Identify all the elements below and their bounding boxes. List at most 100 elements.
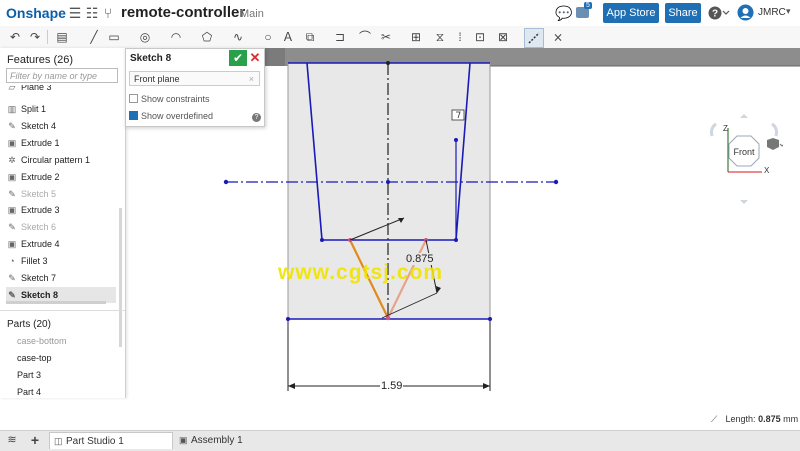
parts-title: Parts (20) bbox=[7, 319, 51, 330]
split-icon[interactable]: ⧖ bbox=[432, 29, 448, 45]
feature-item-label: Sketch 5 bbox=[21, 188, 57, 199]
feature-item[interactable]: ✎ Sketch 7 bbox=[6, 270, 116, 286]
part-studio-icon: ◫ bbox=[54, 436, 63, 446]
features-list-icon[interactable]: ☷ bbox=[84, 5, 100, 21]
transform-icon[interactable]: ⊡ bbox=[472, 29, 488, 45]
feature-item-label: Sketch 4 bbox=[21, 120, 57, 131]
circle-icon[interactable]: ◎ bbox=[137, 29, 153, 45]
polygon-icon[interactable]: ⬠ bbox=[199, 29, 215, 45]
comments-icon[interactable]: 💬 bbox=[555, 5, 572, 21]
version-graph-icon[interactable]: ⑂ bbox=[100, 5, 116, 21]
part-item[interactable]: Part 3 bbox=[17, 370, 41, 380]
sketch-plane-field[interactable]: Front plane × bbox=[129, 71, 260, 86]
user-avatar-icon[interactable] bbox=[737, 4, 754, 21]
feature-filter-input[interactable]: Filter by name or type bbox=[6, 68, 118, 83]
view-cube[interactable]: Z X Front bbox=[700, 114, 790, 204]
tab-bar: ≋ + ◫ Part Studio 1 ▣ Assembly 1 bbox=[0, 430, 800, 451]
feature-item[interactable]: ▣ Extrude 1 bbox=[6, 135, 116, 151]
help-icon[interactable]: ? bbox=[708, 5, 730, 21]
redo-icon[interactable]: ↷ bbox=[27, 29, 43, 45]
notifications-icon[interactable]: 5 bbox=[575, 2, 592, 20]
feature-item-label: Sketch 6 bbox=[21, 222, 57, 233]
extrude-icon: ▣ bbox=[7, 205, 17, 216]
undo-icon[interactable]: ↶ bbox=[7, 29, 23, 45]
user-menu-chevron-icon[interactable]: ▾ bbox=[786, 6, 791, 17]
x-axis-label: X bbox=[764, 166, 770, 175]
feature-item[interactable]: ▣ Extrude 4 bbox=[6, 236, 116, 252]
view-options-icon[interactable] bbox=[765, 138, 785, 152]
cancel-button[interactable]: ✕ bbox=[248, 50, 262, 66]
tab-part-studio-1[interactable]: ◫ Part Studio 1 bbox=[49, 432, 173, 449]
pattern-icon[interactable]: ⁞ bbox=[452, 29, 468, 45]
arc-icon[interactable]: ◠ bbox=[168, 29, 184, 45]
construction-icon[interactable]: ⧉ bbox=[302, 29, 318, 45]
spline-icon[interactable]: ∿ bbox=[230, 29, 246, 45]
length-label: Length: bbox=[725, 414, 756, 424]
part-item[interactable]: case-top bbox=[17, 353, 52, 363]
sketch-icon: ✎ bbox=[8, 188, 16, 199]
user-name[interactable]: JMRC bbox=[758, 7, 786, 18]
show-constraints-checkbox[interactable]: Show constraints bbox=[129, 94, 259, 104]
notifications-badge: 5 bbox=[584, 2, 592, 9]
tab-label: Part Studio 1 bbox=[66, 436, 124, 447]
text-icon[interactable]: Ａ bbox=[280, 29, 296, 45]
accept-button[interactable]: ✔ bbox=[229, 50, 247, 66]
feature-item[interactable]: ◔ Fillet 3 bbox=[6, 253, 116, 269]
assembly-icon: ▣ bbox=[179, 435, 188, 445]
document-title[interactable]: remote-controller bbox=[121, 4, 245, 21]
feature-item[interactable]: ▱ Plane 3 bbox=[6, 85, 116, 93]
part-item[interactable]: Part 4 bbox=[17, 387, 41, 397]
clear-field-icon[interactable]: × bbox=[249, 72, 254, 87]
fillet-icon[interactable]: ⌒ bbox=[357, 29, 373, 45]
onshape-logo[interactable]: Onshape bbox=[6, 5, 66, 21]
show-constraints-box[interactable] bbox=[129, 94, 138, 103]
feature-item-label: Extrude 4 bbox=[21, 239, 60, 250]
watermark-text: www.cgtsj.com bbox=[278, 261, 444, 284]
feature-item-label: Split 1 bbox=[21, 104, 47, 114]
add-tab-icon[interactable]: + bbox=[28, 432, 42, 448]
trim-icon[interactable]: ✂ bbox=[378, 29, 394, 45]
show-overdefined-checkbox[interactable]: Show overdefined bbox=[129, 111, 259, 121]
feature-item-label: Sketch 8 bbox=[21, 289, 59, 300]
sketch-icon: ✎ bbox=[8, 120, 16, 131]
feature-item-label: Circular pattern 1 bbox=[21, 154, 91, 165]
offset-icon[interactable]: ⊐ bbox=[332, 29, 348, 45]
width-dimension-label[interactable]: 1.59 bbox=[380, 380, 404, 392]
rectangle-icon[interactable]: ▭ bbox=[106, 29, 122, 45]
feature-list-scrollbar[interactable] bbox=[119, 208, 122, 343]
tab-manager-icon[interactable]: ≋ bbox=[5, 433, 19, 447]
feature-item[interactable]: ▥ Split 1 bbox=[6, 101, 116, 117]
feature-item[interactable]: ✎ Sketch 6 bbox=[6, 219, 116, 235]
measure-icon: ⟋ bbox=[711, 414, 718, 424]
show-overdefined-box[interactable] bbox=[129, 111, 138, 120]
sketch-dialog: Sketch 8 ✔ ✕ Front plane × Show constrai… bbox=[125, 48, 265, 127]
branch-name[interactable]: Main bbox=[240, 8, 264, 20]
split-icon: ▥ bbox=[7, 104, 17, 114]
feature-item[interactable]: ▣ Extrude 2 bbox=[6, 169, 116, 185]
show-overdefined-label: Show overdefined bbox=[141, 111, 214, 121]
feature-item[interactable]: ✎ Sketch 5 bbox=[6, 186, 116, 202]
tab-assembly-1[interactable]: ▣ Assembly 1 bbox=[175, 432, 299, 449]
sketch-pattern-icon[interactable]: ⨯ bbox=[550, 29, 566, 45]
construction-toggle-icon[interactable] bbox=[524, 28, 544, 48]
help-icon[interactable]: ? bbox=[252, 113, 261, 122]
sketch-dialog-title: Sketch 8 bbox=[130, 53, 172, 64]
app-store-button[interactable]: App Store bbox=[603, 3, 659, 23]
part-item[interactable]: case-bottom bbox=[17, 336, 67, 346]
feature-item-label: Fillet 3 bbox=[21, 256, 48, 267]
feature-item[interactable]: ✲ Circular pattern 1 bbox=[6, 152, 116, 168]
feature-item[interactable]: ▣ Extrude 3 bbox=[6, 202, 116, 218]
feature-item[interactable]: ✎ Sketch 4 bbox=[6, 118, 116, 134]
feature-item-label: Sketch 7 bbox=[21, 273, 57, 283]
sketch-icon[interactable]: ▤ bbox=[54, 29, 70, 45]
view-cube-face-front[interactable]: Front bbox=[730, 147, 758, 157]
feature-list-hscrollbar[interactable] bbox=[6, 301, 106, 304]
mirror-icon[interactable]: ⊞ bbox=[408, 29, 424, 45]
point-icon[interactable]: ○ bbox=[260, 29, 276, 45]
parts-list-scrollbar[interactable] bbox=[119, 331, 122, 347]
share-button[interactable]: Share bbox=[665, 3, 701, 23]
dimension-icon[interactable]: ⊠ bbox=[495, 29, 511, 45]
line-icon[interactable]: ╱ bbox=[86, 29, 102, 45]
hamburger-menu-icon[interactable]: ☰ bbox=[67, 5, 83, 21]
fillet-icon: ◔ bbox=[9, 256, 15, 267]
